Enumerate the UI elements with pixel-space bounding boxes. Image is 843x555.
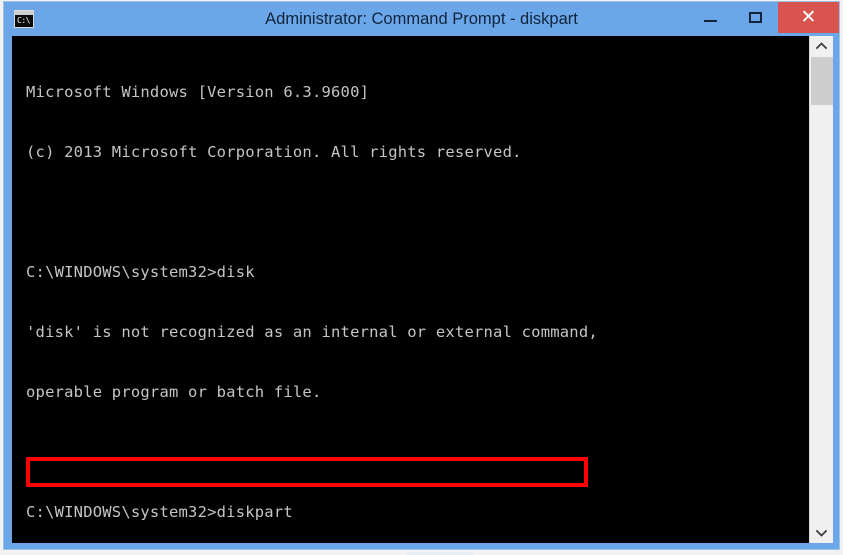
maximize-button[interactable] <box>733 2 778 33</box>
console-line-error: 'disk' is not recognized as an internal … <box>26 323 598 341</box>
chevron-up-icon <box>816 42 827 50</box>
console-output[interactable]: Microsoft Windows [Version 6.3.9600] (c)… <box>12 36 809 543</box>
window-controls: ✕ <box>688 2 839 33</box>
close-icon: ✕ <box>800 7 817 28</box>
console-line: (c) 2013 Microsoft Corporation. All righ… <box>26 143 522 161</box>
chevron-down-icon <box>816 529 827 537</box>
scroll-down-button[interactable] <box>810 523 833 543</box>
console-line-error-cont: operable program or batch file. <box>26 383 322 401</box>
close-button[interactable]: ✕ <box>778 2 839 33</box>
console-line-command-diskpart: C:\WINDOWS\system32>diskpart <box>26 503 293 521</box>
console-line-command-disk: C:\WINDOWS\system32>disk <box>26 263 255 281</box>
console-client-area[interactable]: Microsoft Windows [Version 6.3.9600] (c)… <box>12 36 833 543</box>
window-titlebar[interactable]: C:\ Administrator: Command Prompt - disk… <box>4 2 839 36</box>
console-line: Microsoft Windows [Version 6.3.9600] <box>26 83 370 101</box>
scroll-up-button[interactable] <box>810 36 833 56</box>
command-prompt-window: C:\ Administrator: Command Prompt - disk… <box>3 1 840 550</box>
minimize-icon <box>704 20 717 22</box>
console-scrollbar[interactable] <box>809 36 833 543</box>
maximize-icon <box>749 12 762 23</box>
scrollbar-thumb[interactable] <box>811 57 833 105</box>
screen-root: C:\ Administrator: Command Prompt - disk… <box>0 0 843 555</box>
minimize-button[interactable] <box>688 2 733 33</box>
